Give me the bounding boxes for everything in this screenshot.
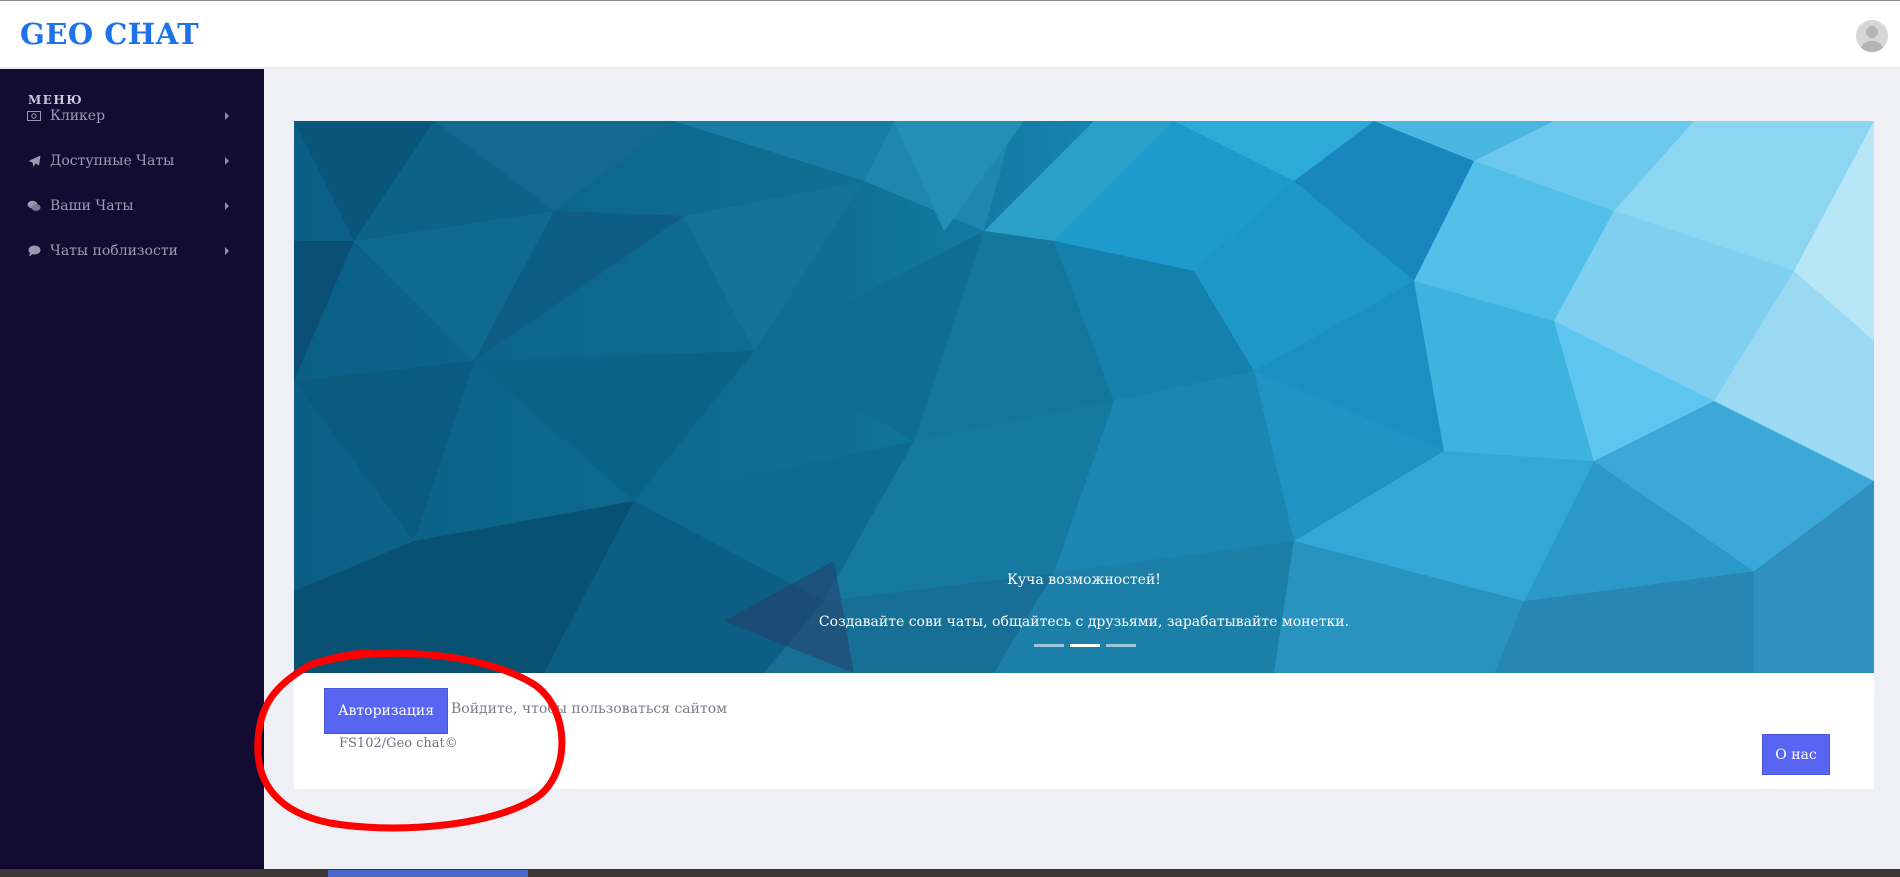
caret-right-icon [225, 157, 229, 165]
top-bar: GEO CHAT [0, 0, 1900, 68]
taskbar-strip [0, 869, 1900, 877]
sidebar-item-label: Чаты поблизости [50, 243, 178, 259]
sidebar-item-your-chats[interactable]: Ваши Чаты [0, 188, 264, 224]
carousel-indicator-2[interactable] [1070, 644, 1100, 647]
comments-icon [26, 199, 42, 213]
main-card: Куча возможностей! Создавайте сови чаты,… [294, 121, 1874, 789]
sidebar-item-clicker[interactable]: Кликер [0, 98, 264, 134]
paper-plane-icon [26, 154, 42, 168]
caret-right-icon [225, 112, 229, 120]
carousel-background-image [294, 121, 1874, 673]
carousel-indicator-3[interactable] [1106, 644, 1136, 647]
login-button[interactable]: Авторизация [324, 688, 448, 734]
sidebar-item-label: Доступные Чаты [50, 153, 175, 169]
sidebar-item-available-chats[interactable]: Доступные Чаты [0, 143, 264, 179]
carousel[interactable]: Куча возможностей! Создавайте сови чаты,… [294, 121, 1874, 673]
user-avatar-icon[interactable] [1856, 20, 1888, 52]
caret-right-icon [225, 247, 229, 255]
copyright-text: FS102/Geo chat© [339, 736, 458, 751]
sidebar-item-label: Кликер [50, 108, 106, 124]
login-hint-text: Войдите, чтобы пользоваться сайтом [451, 701, 728, 717]
carousel-caption-text: Создавайте сови чаты, общайтесь с друзья… [818, 614, 1350, 630]
carousel-indicator-1[interactable] [1034, 644, 1064, 647]
sidebar-item-nearby-chats[interactable]: Чаты поблизости [0, 233, 264, 269]
sidebar-item-label: Ваши Чаты [50, 198, 134, 214]
comment-icon [26, 244, 42, 258]
caret-right-icon [225, 202, 229, 210]
carousel-caption-title: Куча возможностей! [1007, 572, 1161, 588]
money-icon [26, 109, 42, 123]
sidebar: МЕНЮ Кликер Доступные Чаты Ваши Чаты Чат… [0, 69, 264, 869]
taskbar-active-segment [328, 870, 528, 877]
carousel-indicators [1034, 644, 1136, 647]
about-button[interactable]: О нас [1762, 734, 1830, 775]
brand-logo[interactable]: GEO CHAT [20, 17, 199, 51]
